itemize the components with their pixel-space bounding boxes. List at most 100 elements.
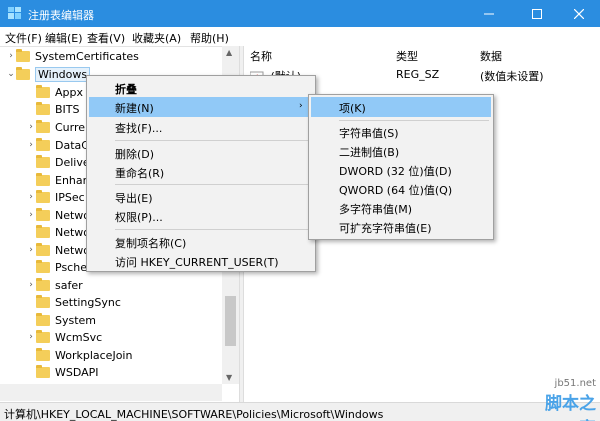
value-type: REG_SZ bbox=[396, 68, 440, 81]
tree-item[interactable]: › Netwo bbox=[26, 241, 90, 259]
value-data: (数值未设置) bbox=[480, 70, 544, 83]
tree-item[interactable]: › DataC bbox=[26, 136, 89, 154]
tree-item-label: SystemCertificates bbox=[35, 49, 139, 63]
menu-item-collapse[interactable]: 折叠 bbox=[115, 81, 137, 97]
minimize-button[interactable] bbox=[466, 0, 511, 27]
menu-file[interactable]: 文件(F) bbox=[5, 30, 42, 46]
title-bar: 注册表编辑器 bbox=[0, 0, 600, 27]
column-header-data[interactable]: 数据 bbox=[480, 48, 502, 64]
tree-horizontal-scrollbar[interactable] bbox=[0, 384, 222, 401]
tree-item-label: DataC bbox=[55, 138, 89, 152]
status-path: 计算机\HKEY_LOCAL_MACHINE\SOFTWARE\Policies… bbox=[4, 408, 384, 421]
tree-item[interactable]: › safer bbox=[26, 276, 83, 294]
expand-arrow-icon[interactable]: › bbox=[26, 245, 36, 255]
submenu-item-qword-value[interactable]: QWORD (64 位)值(Q) bbox=[339, 182, 452, 198]
submenu-item-multi-string-value[interactable]: 多字符串值(M) bbox=[339, 201, 412, 217]
scrollbar-thumb[interactable] bbox=[225, 296, 236, 346]
tree-item[interactable]: System bbox=[26, 311, 96, 329]
menu-separator bbox=[115, 229, 311, 230]
tree-item-label: Psche bbox=[55, 260, 87, 274]
folder-icon bbox=[36, 364, 50, 378]
expand-arrow-icon[interactable]: › bbox=[26, 192, 36, 202]
submenu-arrow-icon: › bbox=[299, 101, 303, 111]
tree-item-systemcertificates[interactable]: › SystemCertificates bbox=[6, 47, 139, 65]
tree-item[interactable]: Enhar bbox=[26, 171, 87, 189]
scroll-up-icon[interactable]: ▲ bbox=[226, 48, 232, 57]
minimize-icon bbox=[483, 13, 494, 14]
menu-item-copy-key-name[interactable]: 复制项名称(C) bbox=[115, 235, 186, 251]
maximize-icon bbox=[531, 8, 542, 19]
tree-item[interactable]: › IPSec bbox=[26, 188, 85, 206]
submenu-item-dword-value[interactable]: DWORD (32 位)值(D) bbox=[339, 163, 452, 179]
folder-icon bbox=[36, 119, 50, 133]
folder-icon bbox=[36, 84, 50, 98]
expand-arrow-icon[interactable]: › bbox=[26, 210, 36, 220]
menu-item-goto-hkcu[interactable]: 访问 HKEY_CURRENT_USER(T) bbox=[115, 254, 279, 270]
menu-item-delete[interactable]: 删除(D) bbox=[115, 146, 154, 162]
tree-item[interactable]: Psche bbox=[26, 258, 87, 276]
new-submenu: 项(K) 字符串值(S) 二进制值(B) DWORD (32 位)值(D) QW… bbox=[308, 94, 494, 240]
menu-favorites[interactable]: 收藏夹(A) bbox=[132, 30, 181, 46]
expand-arrow-icon[interactable]: › bbox=[26, 122, 36, 132]
tree-item[interactable]: WSDAPI bbox=[26, 363, 99, 381]
tree-item-label: safer bbox=[55, 278, 83, 292]
tree-item-label: Netwo bbox=[55, 225, 91, 239]
folder-icon bbox=[36, 207, 50, 221]
folder-icon bbox=[36, 154, 50, 168]
watermark-site: jb51.net bbox=[554, 378, 596, 389]
tree-item-label: Curre bbox=[55, 120, 86, 134]
close-icon bbox=[573, 8, 584, 19]
folder-icon bbox=[36, 294, 50, 308]
menu-item-permissions[interactable]: 权限(P)... bbox=[115, 209, 163, 225]
tree-item-label: BITS bbox=[55, 102, 80, 116]
expand-arrow-icon[interactable]: › bbox=[26, 140, 36, 150]
folder-icon bbox=[36, 329, 50, 343]
tree-item-windows[interactable]: ⌄ Windows bbox=[6, 65, 91, 83]
expand-arrow-icon[interactable]: › bbox=[6, 51, 16, 61]
submenu-item-string-value[interactable]: 字符串值(S) bbox=[339, 125, 399, 141]
menu-view[interactable]: 查看(V) bbox=[87, 30, 125, 46]
tree-item[interactable]: Delive bbox=[26, 153, 90, 171]
menu-edit[interactable]: 编辑(E) bbox=[45, 30, 83, 46]
tree-item-label: IPSec bbox=[55, 190, 85, 204]
menu-item-find[interactable]: 查找(F)... bbox=[115, 120, 162, 136]
tree-item[interactable]: › Curre bbox=[26, 118, 85, 136]
tree-item[interactable]: › WcmSvc bbox=[26, 328, 102, 346]
tree-item[interactable]: › Netwo bbox=[26, 206, 90, 224]
folder-icon bbox=[36, 242, 50, 256]
scroll-down-icon[interactable]: ▼ bbox=[226, 373, 232, 382]
column-header-type[interactable]: 类型 bbox=[396, 48, 418, 64]
column-header-name[interactable]: 名称 bbox=[250, 48, 272, 64]
tree-item-label: WSDAPI bbox=[55, 365, 99, 379]
menu-separator bbox=[115, 140, 311, 141]
tree-item-label: System bbox=[55, 313, 97, 327]
expand-arrow-icon[interactable]: › bbox=[26, 332, 36, 342]
tree-item-label: Appx bbox=[55, 85, 83, 99]
folder-icon bbox=[36, 347, 50, 361]
tree-item[interactable]: SettingSync bbox=[26, 293, 121, 311]
submenu-item-binary-value[interactable]: 二进制值(B) bbox=[339, 144, 399, 160]
status-bar: 计算机\HKEY_LOCAL_MACHINE\SOFTWARE\Policies… bbox=[0, 402, 600, 421]
expand-arrow-icon[interactable]: › bbox=[26, 280, 36, 290]
tree-item-label: WcmSvc bbox=[55, 330, 103, 344]
menu-item-export[interactable]: 导出(E) bbox=[115, 190, 153, 206]
close-button[interactable] bbox=[556, 0, 600, 27]
tree-item[interactable]: WorkplaceJoin bbox=[26, 346, 132, 364]
menu-item-new[interactable]: 新建(N) bbox=[115, 100, 154, 116]
submenu-item-key[interactable]: 项(K) bbox=[339, 100, 366, 116]
folder-icon bbox=[36, 277, 50, 291]
folder-icon bbox=[36, 101, 50, 115]
menu-item-rename[interactable]: 重命名(R) bbox=[115, 165, 164, 181]
submenu-item-expandable-string-value[interactable]: 可扩充字符串值(E) bbox=[339, 220, 432, 236]
regedit-icon bbox=[8, 7, 21, 19]
tree-item[interactable]: Appx bbox=[26, 83, 83, 101]
maximize-button[interactable] bbox=[514, 0, 559, 27]
tree-item-label: Netwo bbox=[55, 243, 91, 257]
tree-item[interactable]: BITS bbox=[26, 100, 80, 118]
menu-help[interactable]: 帮助(H) bbox=[190, 30, 229, 46]
tree-item[interactable]: Netwo bbox=[26, 223, 90, 241]
context-menu: 折叠 新建(N) › 查找(F)... 删除(D) 重命名(R) 导出(E) 权… bbox=[86, 75, 316, 272]
tree-item-label: WorkplaceJoin bbox=[55, 348, 133, 362]
window-title: 注册表编辑器 bbox=[28, 9, 94, 22]
collapse-arrow-icon[interactable]: ⌄ bbox=[6, 69, 16, 79]
